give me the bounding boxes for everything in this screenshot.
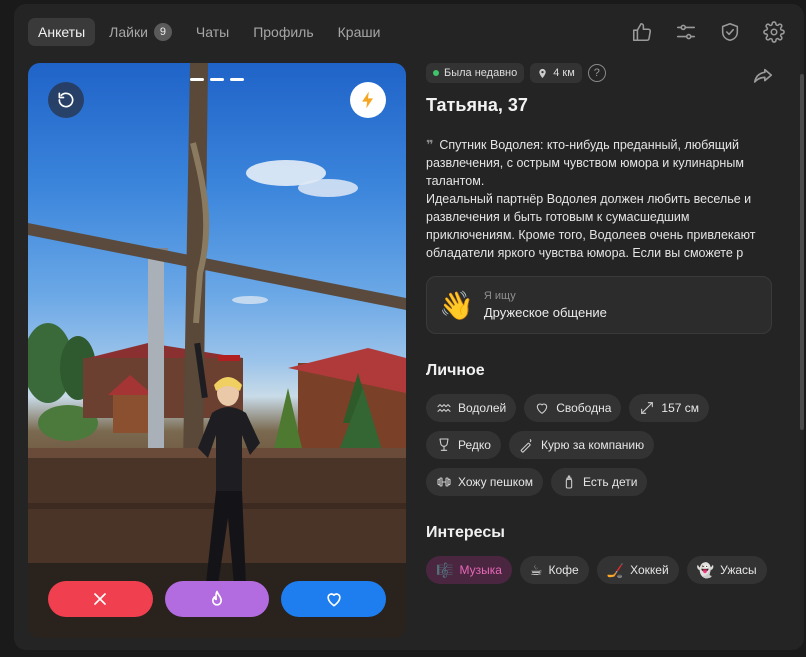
tab-label: Лайки (109, 24, 148, 40)
app-window: Анкеты Лайки 9 Чаты Профиль Краши Была н… (14, 4, 804, 650)
top-nav: Анкеты Лайки 9 Чаты Профиль Краши (28, 18, 390, 46)
looking-for-label: Я ищу (483, 290, 516, 302)
superlike-button[interactable] (164, 581, 270, 617)
height-chip: 157 см (629, 394, 709, 422)
zodiac-chip: Водолей (426, 394, 517, 422)
chip-label: Кофе (548, 563, 579, 577)
chip-label: Хожу пешком (458, 475, 534, 489)
tab-crushes[interactable]: Краши (328, 18, 391, 46)
interest-coffee-chip[interactable]: ☕ Кофе (519, 556, 589, 584)
online-dot-icon (433, 70, 439, 76)
quote-icon: ❞ (426, 138, 434, 152)
waving-hand-icon: 👋 (439, 289, 474, 321)
personal-section-title: Личное (426, 362, 485, 379)
tab-label: Профиль (253, 24, 314, 40)
location-pin-icon (539, 68, 546, 78)
boost-button[interactable] (350, 82, 386, 118)
personal-chips: Водолей Свободна 157 см Редко Курю за ко… (426, 394, 776, 496)
interest-chips: 🎼 Музыка ☕ Кофе 🏒 Хоккей 👻 Ужасы (426, 556, 776, 584)
heart-outline-icon (537, 403, 548, 414)
interest-horror-chip[interactable]: 👻 Ужасы (686, 556, 767, 584)
share-button[interactable] (752, 65, 776, 89)
dislike-button[interactable] (48, 581, 153, 617)
looking-for-value: Дружеское общение (483, 305, 607, 320)
flame-icon (212, 590, 222, 606)
photo-scene (28, 63, 406, 638)
hockey-stick-icon: 🏒 (606, 561, 625, 578)
chip-label: Свободна (556, 401, 612, 415)
distance-text: 4 км (553, 67, 575, 79)
relationship-chip: Свободна (524, 394, 622, 422)
online-status: Была недавно (426, 63, 525, 83)
tab-label: Чаты (195, 24, 230, 40)
sport-chip: Хожу пешком (426, 468, 544, 496)
bio-text: Идеальный партнёр Водолея должен любить … (426, 192, 756, 260)
distance-chip: 4 км (530, 63, 582, 83)
undo-button[interactable] (48, 82, 84, 118)
cigarette-icon (520, 439, 532, 453)
looking-for-card: 👋 Я ищу Дружеское общение (426, 276, 772, 334)
baby-bottle-icon (565, 475, 573, 489)
chip-label: Редко (458, 438, 491, 452)
undo-icon (58, 92, 74, 108)
music-notes-icon: 🎼 (436, 561, 454, 578)
chip-label: Курю за компанию (540, 438, 645, 452)
alcohol-chip: Редко (426, 431, 501, 459)
children-chip: Есть дети (551, 468, 648, 496)
interest-music-chip[interactable]: 🎼 Музыка (426, 556, 512, 584)
coffee-cup-icon: ☕ (529, 561, 543, 578)
status-text: Была недавно (444, 67, 518, 79)
profile-info: Была недавно 4 км ? Татьяна, 37 ❞ Спутник… (426, 63, 776, 643)
tab-likes[interactable]: Лайки 9 (99, 18, 182, 46)
tab-profile[interactable]: Профиль (243, 18, 323, 46)
chip-label: 157 см (661, 401, 699, 415)
gear-icon[interactable] (762, 20, 786, 44)
tab-label: Краши (337, 24, 381, 40)
aquarius-icon (437, 404, 451, 412)
profile-name: Татьяна, 37 (426, 95, 528, 115)
status-row: Была недавно 4 км ? (426, 63, 776, 83)
tab-profiles[interactable]: Анкеты (28, 18, 96, 46)
chip-label: Есть дети (583, 475, 638, 489)
tab-label: Анкеты (38, 24, 86, 40)
chip-label: Хоккей (630, 563, 669, 577)
interests-section-title: Интересы (426, 524, 505, 541)
swipe-actions (48, 581, 387, 617)
heart-icon (327, 593, 341, 607)
lightning-icon (362, 91, 373, 109)
resize-arrows-icon (641, 402, 654, 414)
shield-check-icon[interactable] (718, 20, 742, 44)
story-progress (190, 78, 244, 81)
dumbbell-icon (437, 477, 451, 487)
close-icon (94, 593, 107, 605)
like-button[interactable] (281, 581, 387, 617)
nav-icons (630, 20, 786, 44)
profile-photo[interactable] (28, 63, 406, 638)
wine-glass-icon (439, 438, 449, 451)
help-icon[interactable]: ? (587, 64, 606, 82)
tab-chats[interactable]: Чаты (186, 18, 239, 46)
smoking-chip: Курю за компанию (508, 431, 655, 459)
scrollbar[interactable] (800, 74, 804, 430)
bio-text: Спутник Водолея: кто-нибудь преданный, л… (426, 138, 744, 188)
thumbs-up-icon[interactable] (630, 20, 654, 44)
sliders-icon[interactable] (674, 20, 698, 44)
chip-label: Водолей (458, 401, 507, 415)
ghost-icon: 👻 (696, 561, 715, 578)
share-arrow-icon (753, 68, 773, 83)
chip-label: Музыка (459, 563, 502, 577)
chip-label: Ужасы (720, 563, 757, 577)
likes-count-badge: 9 (153, 23, 172, 41)
profile-bio: ❞ Спутник Водолея: кто-нибудь преданный, … (426, 136, 771, 262)
interest-hockey-chip[interactable]: 🏒 Хоккей (596, 556, 679, 584)
